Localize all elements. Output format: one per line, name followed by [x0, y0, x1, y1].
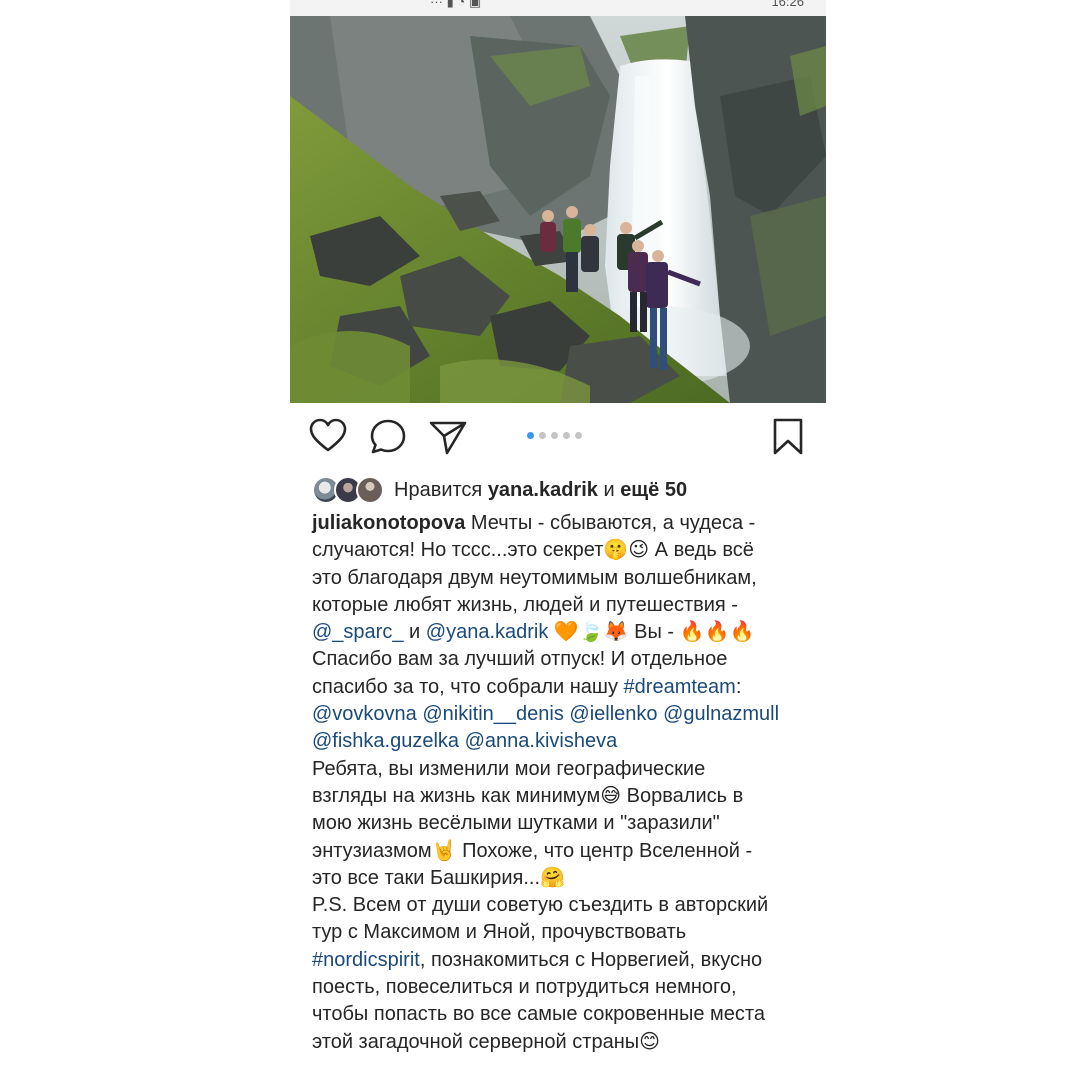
caption-line: взгляды на жизнь как минимум😅 Ворвались … — [312, 783, 812, 810]
post-photo[interactable] — [290, 16, 826, 403]
carousel-dot — [551, 432, 558, 439]
liker-avatars — [312, 475, 384, 505]
caption-line: @_sparc_ и @yana.kadrik 🧡🍃🦊 Вы - 🔥🔥🔥 — [312, 619, 812, 646]
caption-line: это все таки Башкирия...🤗 — [312, 865, 812, 892]
hashtag-link[interactable]: #dreamteam — [624, 676, 736, 698]
caption-text: и — [403, 621, 426, 644]
caption-text: взгляды на жизнь как минимум😅 Ворвались … — [312, 784, 744, 807]
caption-line: Спасибо вам за лучший отпуск! И отдельно… — [312, 646, 812, 673]
mention-link[interactable]: @iellenko — [569, 703, 657, 725]
post-actions-bar — [290, 405, 826, 469]
status-clock: 16:26 — [771, 0, 804, 9]
carousel-dot — [539, 432, 546, 439]
likes-summary[interactable]: Нравится yana.kadrik и ещё 50 — [312, 474, 687, 506]
mention-link[interactable]: @_sparc_ — [312, 621, 403, 643]
waterfall-photo — [290, 16, 826, 403]
carousel-indicator — [527, 432, 582, 439]
mention-link[interactable]: @vovkovna — [312, 703, 417, 725]
caption-line: энтузиазмом🤘 Похоже, что центр Вселенной… — [312, 838, 812, 865]
caption-text: спасибо за то, что собрали нашу — [312, 675, 624, 698]
likes-count[interactable]: ещё 50 — [620, 479, 687, 501]
caption-line: спасибо за то, что собрали нашу #dreamte… — [312, 674, 812, 701]
mention-link[interactable]: @anna.kivisheva — [465, 730, 618, 752]
status-bar: ··· ▮ ◔ ▣ 16:26 — [290, 0, 826, 16]
status-icons: ··· ▮ ◔ ▣ — [430, 0, 482, 9]
caption-text: этой загадочной серверной страны😊 — [312, 1030, 660, 1053]
caption-line: Ребята, вы изменили мои географические — [312, 756, 812, 783]
caption-text: это благодаря двум неутомимым волшебника… — [312, 566, 757, 589]
carousel-dot — [563, 432, 570, 439]
likes-text: Нравится yana.kadrik и ещё 50 — [394, 479, 687, 502]
caption-text: 🧡🍃🦊 Вы - 🔥🔥🔥 — [548, 621, 755, 644]
likes-prefix: Нравится — [394, 478, 488, 501]
caption-text: это все таки Башкирия...🤗 — [312, 866, 565, 889]
caption-line: #nordicspirit, познакомиться с Норвегией… — [312, 947, 812, 974]
caption-line: этой загадочной серверной страны😊 — [312, 1029, 812, 1056]
likes-middle: и — [597, 478, 621, 501]
post-caption: juliakonotopova Мечты - сбываются, а чуд… — [312, 510, 812, 1056]
caption-text: Спасибо вам за лучший отпуск! И отдельно… — [312, 648, 728, 671]
carousel-dot-active — [527, 432, 534, 439]
caption-line: P.S. Всем от души советую съездить в авт… — [312, 892, 812, 919]
carousel-dot — [575, 432, 582, 439]
caption-line: это благодаря двум неутомимым волшебника… — [312, 565, 812, 592]
caption-line: тур с Максимом и Яной, прочувствовать — [312, 919, 812, 946]
caption-text: мою жизнь весёлыми шутками и "заразили" — [312, 812, 720, 835]
caption-text: чтобы попасть во все самые сокровенные м… — [312, 1003, 765, 1026]
caption-line: juliakonotopova Мечты - сбываются, а чуд… — [312, 510, 812, 537]
caption-text: поесть, повеселиться и потрудиться немно… — [312, 976, 737, 999]
caption-line: мою жизнь весёлыми шутками и "заразили" — [312, 810, 812, 837]
avatar — [356, 476, 384, 504]
hashtag-link[interactable]: #nordicspirit — [312, 949, 420, 971]
comment-icon[interactable] — [368, 417, 408, 457]
caption-text: Ребята, вы изменили мои географические — [312, 757, 706, 780]
caption-line: поесть, повеселиться и потрудиться немно… — [312, 974, 812, 1001]
mention-link[interactable]: @nikitin__denis — [422, 703, 564, 725]
caption-line: чтобы попасть во все самые сокровенные м… — [312, 1001, 812, 1028]
caption-username[interactable]: juliakonotopova — [312, 512, 465, 534]
caption-line: случаются! Но тссс...это секрет🤫😉 А ведь… — [312, 537, 812, 564]
mention-link[interactable]: @fishka.guzelka — [312, 730, 459, 752]
heart-icon[interactable] — [308, 417, 348, 457]
mention-link[interactable]: @yana.kadrik — [426, 621, 549, 643]
bookmark-icon[interactable] — [768, 417, 808, 457]
caption-line: которые любят жизнь, людей и путешествия… — [312, 592, 812, 619]
liker-username[interactable]: yana.kadrik — [488, 479, 598, 501]
instagram-post-screen: ··· ▮ ◔ ▣ 16:26 Нравится yana.kadrik и е… — [290, 0, 826, 1080]
share-icon[interactable] — [428, 417, 468, 457]
caption-text: случаются! Но тссс...это секрет🤫😉 А ведь… — [312, 539, 754, 562]
caption-text: P.S. Всем от души советую съездить в авт… — [312, 894, 769, 917]
caption-line: @fishka.guzelka @anna.kivisheva — [312, 728, 812, 755]
caption-text: которые любят жизнь, людей и путешествия… — [312, 593, 738, 616]
caption-text: , познакомиться с Норвегией, вкусно — [419, 948, 763, 971]
caption-text: энтузиазмом🤘 Похоже, что центр Вселенной… — [312, 839, 753, 862]
caption-text: : — [735, 675, 742, 698]
mention-link[interactable]: @gulnazmull — [663, 703, 779, 725]
caption-text: Мечты - сбываются, а чудеса - — [465, 512, 756, 534]
caption-text: тур с Максимом и Яной, прочувствовать — [312, 921, 687, 944]
caption-line: @vovkovna @nikitin__denis @iellenko @gul… — [312, 701, 812, 728]
